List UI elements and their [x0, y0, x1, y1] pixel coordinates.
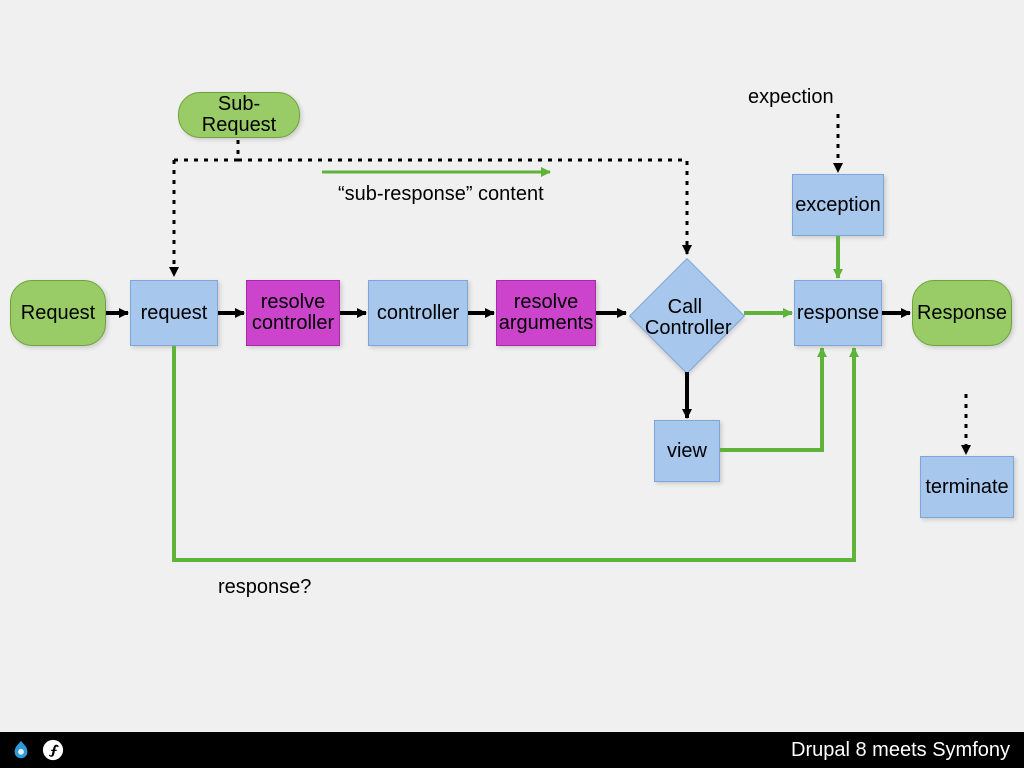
footer-title: Drupal 8 meets Symfony	[791, 739, 1010, 762]
request-box: request	[130, 280, 218, 346]
response-pill: Response	[912, 280, 1012, 346]
response-question-label: response?	[218, 576, 311, 599]
diagram-stage: Sub-Request Request request resolve cont…	[0, 0, 1024, 768]
terminate-box: terminate	[920, 456, 1014, 518]
request-pill: Request	[10, 280, 106, 346]
resolve-controller-box: resolve controller	[246, 280, 340, 346]
exception-box: exception	[792, 174, 884, 236]
resolve-arguments-box: resolve arguments	[496, 280, 596, 346]
controller-box: controller	[368, 280, 468, 346]
footer-bar: Drupal 8 meets Symfony	[0, 732, 1024, 768]
response-box: response	[794, 280, 882, 346]
sub-request-node: Sub-Request	[178, 92, 300, 138]
expection-label: expection	[748, 86, 834, 109]
view-box: view	[654, 420, 720, 482]
drupal-icon	[10, 739, 32, 761]
symfony-icon	[42, 739, 64, 761]
arrow-overlay	[0, 0, 1024, 768]
sub-response-label: “sub-response” content	[338, 183, 544, 206]
call-controller-diamond: Call Controller	[629, 258, 745, 374]
